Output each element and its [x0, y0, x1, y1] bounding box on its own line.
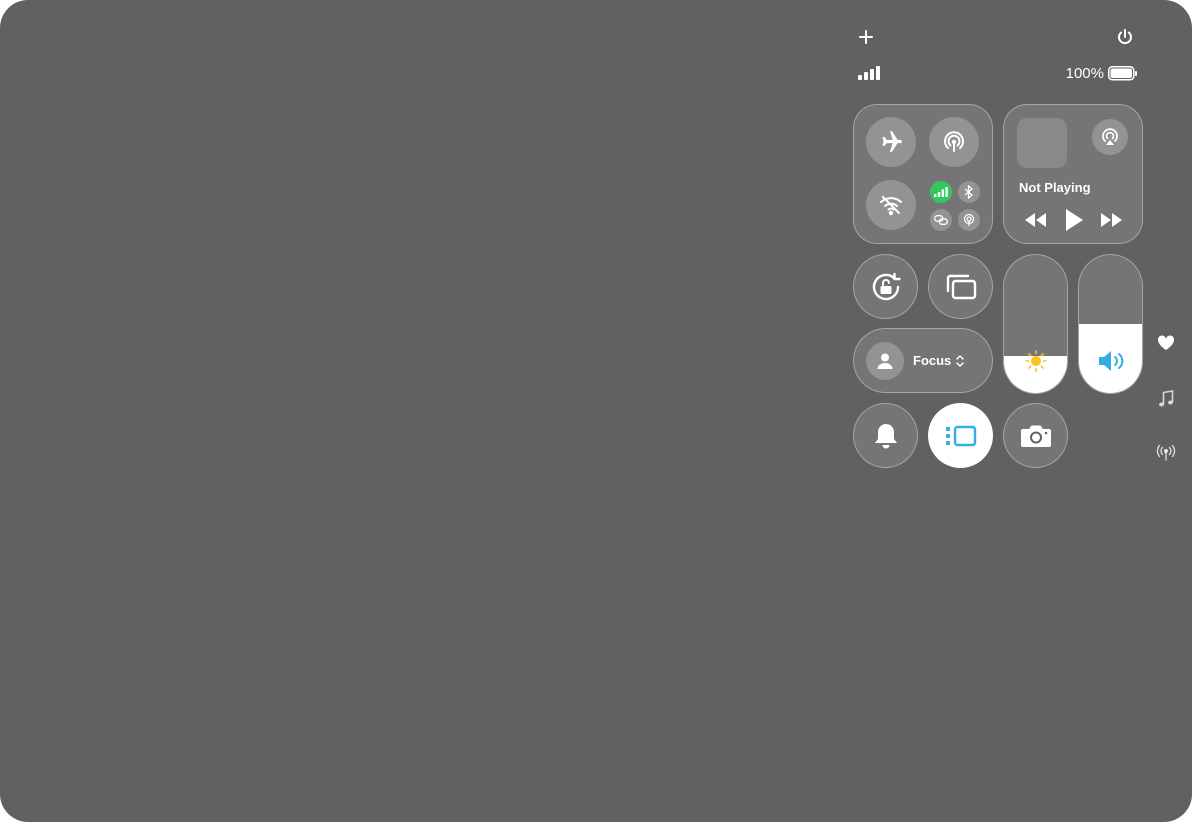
sun-icon	[1024, 349, 1048, 373]
focus-avatar	[866, 342, 904, 380]
orientation-lock-icon	[868, 269, 904, 305]
power-icon[interactable]	[1114, 26, 1136, 48]
bluetooth-button[interactable]	[958, 181, 980, 203]
bell-icon	[873, 422, 899, 450]
chevron-updown-icon	[955, 354, 965, 368]
play-icon	[1064, 208, 1084, 232]
airplane-mode-button[interactable]	[866, 117, 916, 167]
volume-slider[interactable]	[1078, 254, 1143, 394]
person-icon	[876, 352, 894, 370]
camera-icon	[1020, 423, 1052, 449]
hotspot-button[interactable]	[958, 209, 980, 231]
now-playing-status: Not Playing	[1019, 180, 1091, 195]
screen-mirroring-button[interactable]	[928, 254, 993, 319]
camera-button[interactable]	[1003, 403, 1068, 468]
stage-manager-button[interactable]	[928, 403, 993, 468]
wifi-off-icon	[878, 192, 904, 218]
airdrop-icon	[941, 129, 967, 155]
brightness-slider[interactable]	[1003, 254, 1068, 394]
cellular-data-button[interactable]	[930, 181, 952, 203]
heart-icon[interactable]	[1155, 332, 1177, 354]
orientation-lock-button[interactable]	[853, 254, 918, 319]
airdrop-button[interactable]	[929, 117, 979, 167]
link-icon	[934, 215, 948, 225]
album-artwork	[1017, 118, 1067, 168]
antenna-icon[interactable]	[1155, 442, 1177, 464]
stage-manager-icon	[945, 425, 977, 447]
battery-percentage: 100%	[1065, 65, 1104, 82]
control-center-screen: 100% Not Playing Focus	[0, 0, 1192, 822]
speaker-icon	[1097, 350, 1127, 372]
play-button[interactable]	[1061, 207, 1087, 233]
rewind-icon	[1024, 213, 1048, 227]
vpn-button[interactable]	[930, 209, 952, 231]
cellular-signal-icon	[858, 66, 882, 80]
wifi-button[interactable]	[866, 180, 916, 230]
cellular-data-icon	[934, 187, 948, 197]
airplane-icon	[878, 129, 904, 155]
focus-label: Focus	[913, 353, 952, 368]
bluetooth-icon	[963, 185, 975, 199]
rewind-button[interactable]	[1023, 209, 1049, 231]
music-note-icon[interactable]	[1155, 388, 1177, 410]
fast-forward-button[interactable]	[1098, 209, 1124, 231]
screen-mirroring-icon	[944, 273, 978, 301]
hotspot-icon	[962, 213, 976, 227]
now-playing-module[interactable]: Not Playing	[1003, 104, 1143, 244]
connectivity-module	[853, 104, 993, 244]
airplay-button[interactable]	[1092, 119, 1128, 155]
airplay-icon	[1100, 127, 1120, 147]
battery-icon	[1108, 66, 1138, 81]
focus-button[interactable]: Focus	[853, 328, 993, 393]
plus-icon[interactable]	[855, 26, 877, 48]
silent-mode-button[interactable]	[853, 403, 918, 468]
fast-forward-icon	[1099, 213, 1123, 227]
